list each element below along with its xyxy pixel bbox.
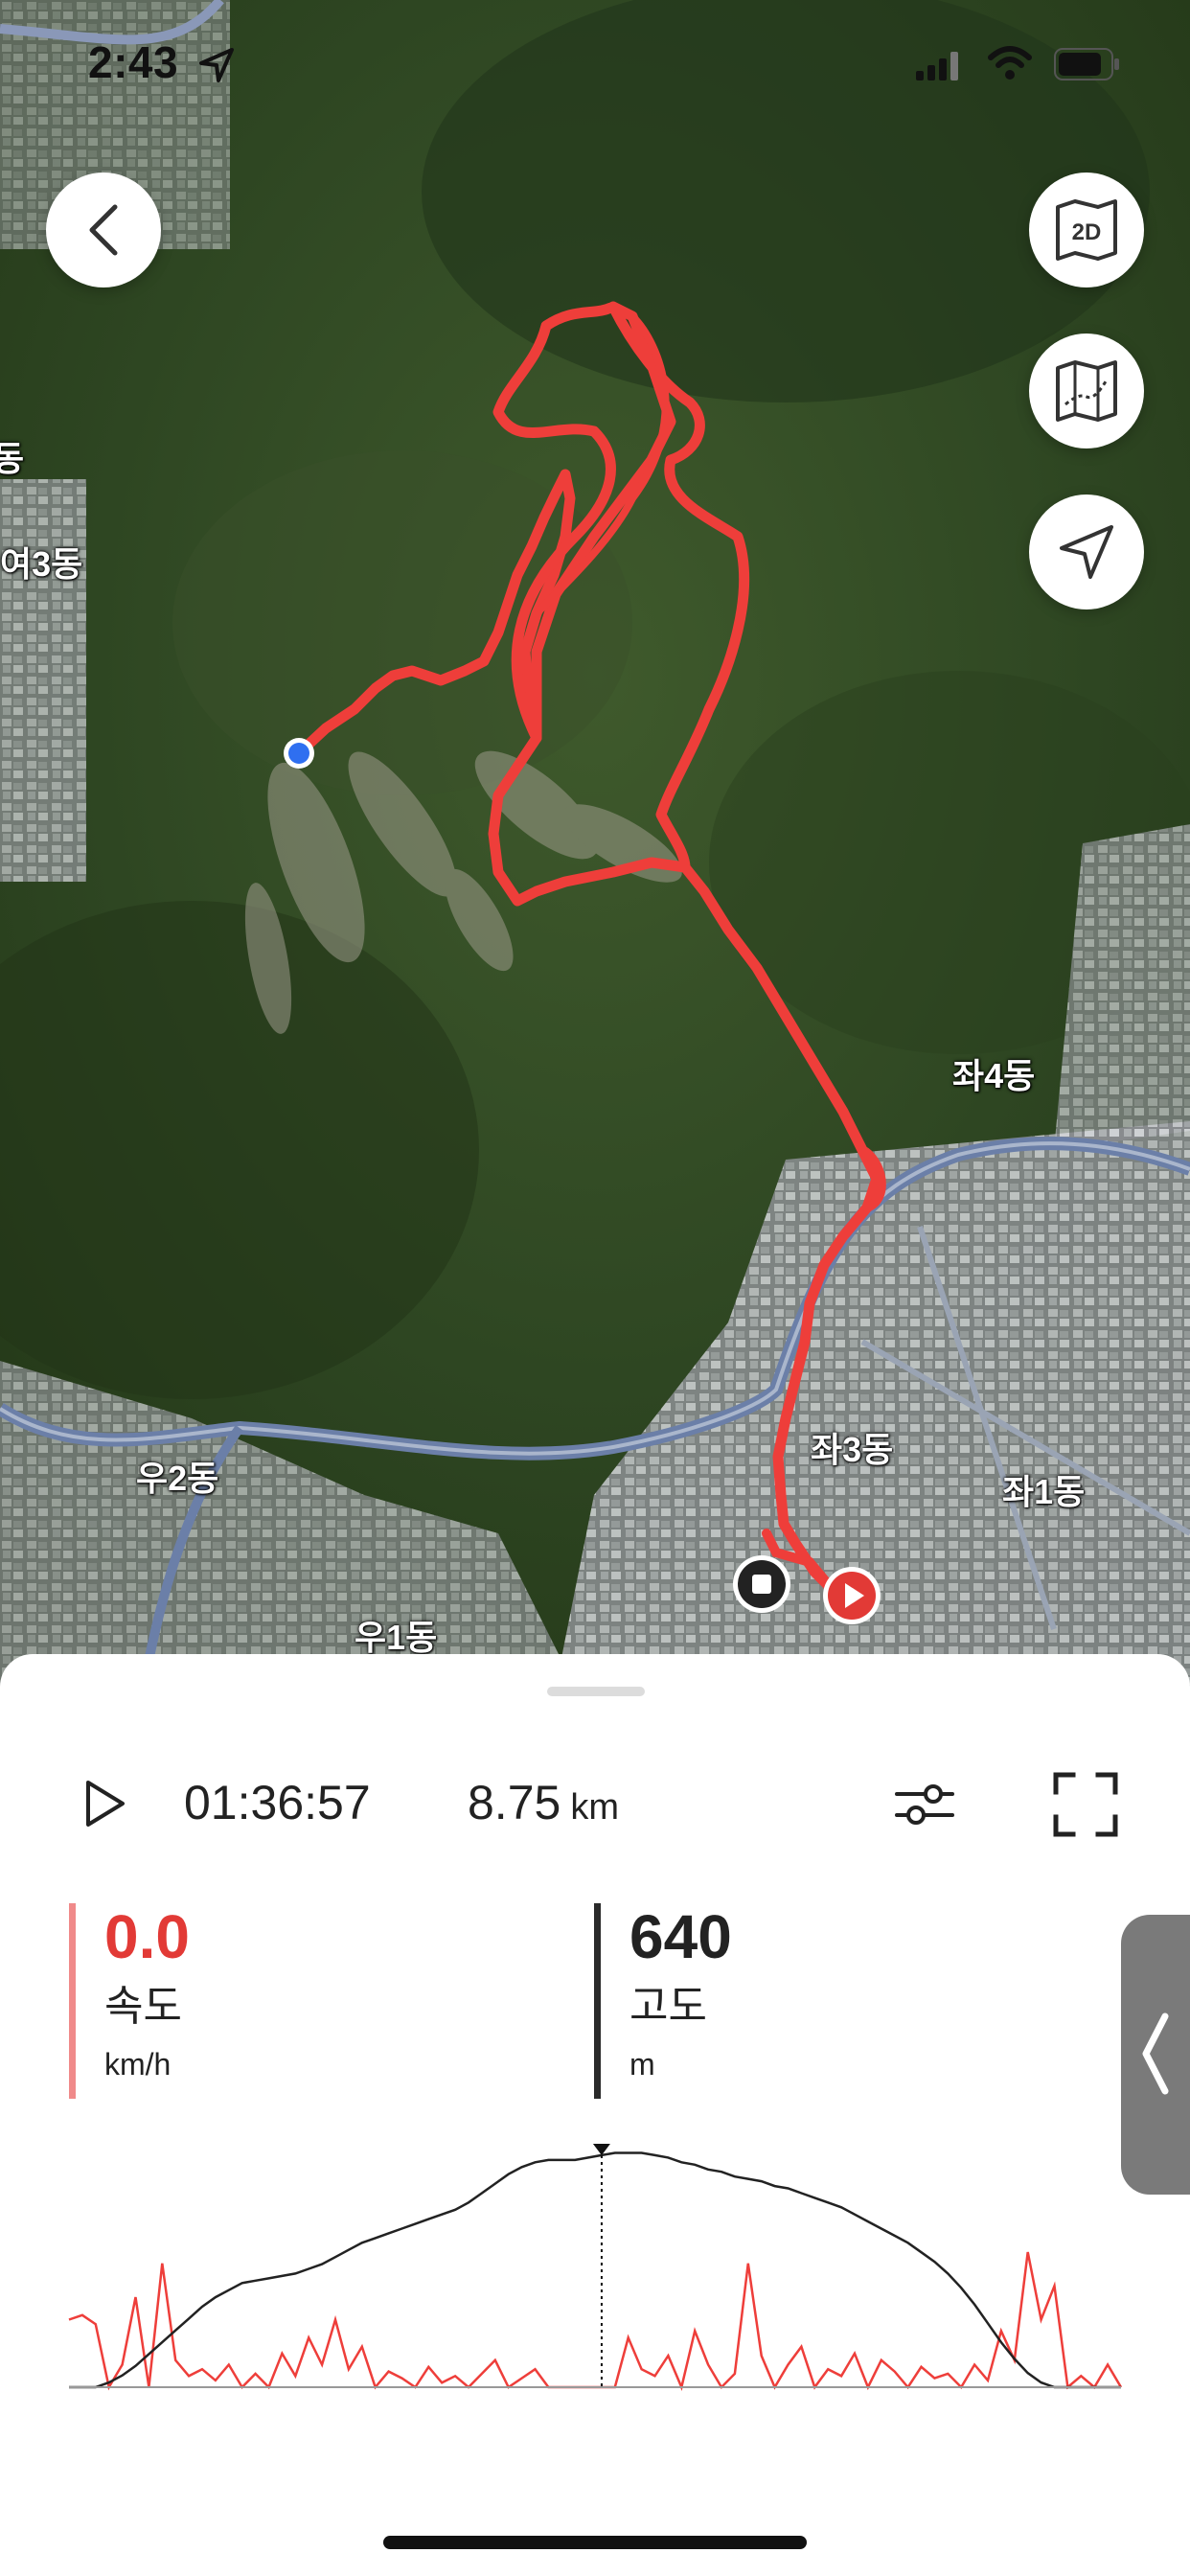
altitude-metric: 640 고도 m: [594, 1903, 732, 2099]
home-indicator: [383, 2536, 807, 2549]
place-label: 동: [0, 439, 25, 478]
chevron-left-icon: [1142, 2012, 1169, 2095]
altitude-series-line: [69, 2151, 1121, 2389]
status-bar: 2:43: [0, 0, 1190, 134]
fullscreen-icon[interactable]: [1052, 1771, 1119, 1838]
distance: 8.75 km: [468, 1775, 619, 1830]
wifi-icon: [988, 46, 1032, 80]
track-detail-sheet: 01:36:57 8.75 km 0.0 속도 km/h 640 고도 m: [0, 1654, 1190, 2576]
stop-marker[interactable]: [730, 1552, 793, 1616]
distance-value: 8.75: [468, 1776, 561, 1829]
place-label: 좌4동: [952, 1056, 1036, 1095]
place-label: 우2동: [136, 1459, 219, 1498]
locate-button[interactable]: [1029, 494, 1144, 610]
play-icon[interactable]: [82, 1779, 126, 1828]
side-panel-tab[interactable]: [1121, 1915, 1190, 2195]
map-2d-icon: 2D: [1056, 199, 1117, 261]
map-mode-label: 2D: [1072, 219, 1102, 245]
locate-icon: [1060, 525, 1113, 579]
satellite-map: [0, 0, 1190, 1687]
place-label: 좌1동: [1002, 1472, 1086, 1511]
place-label: 좌3동: [811, 1430, 894, 1469]
map-2d-button[interactable]: 2D: [1029, 172, 1144, 288]
place-label: 우1동: [355, 1618, 438, 1657]
speed-label: 속도: [104, 1983, 182, 2030]
back-button[interactable]: [46, 172, 161, 288]
battery-icon: [1054, 48, 1119, 80]
speed-series-line: [68, 2251, 1123, 2392]
filter-icon[interactable]: [893, 1777, 956, 1832]
speed-unit: km/h: [104, 2047, 172, 2082]
altitude-unit: m: [629, 2047, 655, 2082]
cellular-signal-icon: [916, 52, 958, 80]
distance-unit: km: [570, 1787, 619, 1828]
speed-metric: 0.0 속도 km/h: [69, 1903, 190, 2099]
back-icon: [89, 204, 118, 256]
stop-icon: [752, 1575, 771, 1594]
location-arrow-icon: [199, 48, 234, 82]
sheet-grabber[interactable]: [547, 1687, 645, 1696]
trail-map-button[interactable]: [1029, 334, 1144, 448]
altitude-value: 640: [629, 1902, 732, 1971]
elevation-speed-chart[interactable]: [59, 2133, 1131, 2411]
playback-position-marker[interactable]: [820, 1564, 883, 1627]
place-label: 여3동: [0, 544, 83, 584]
status-time: 2:43: [88, 37, 179, 87]
elapsed-time: 01:36:57: [184, 1776, 371, 1829]
trail-map-icon: [1056, 360, 1117, 422]
speed-value: 0.0: [104, 1902, 190, 1971]
map-view[interactable]: 2:43 2D 여3동 좌4동 좌3동 좌1동 우2동 우1동 동: [0, 0, 1190, 1687]
altitude-label: 고도: [629, 1983, 707, 2030]
